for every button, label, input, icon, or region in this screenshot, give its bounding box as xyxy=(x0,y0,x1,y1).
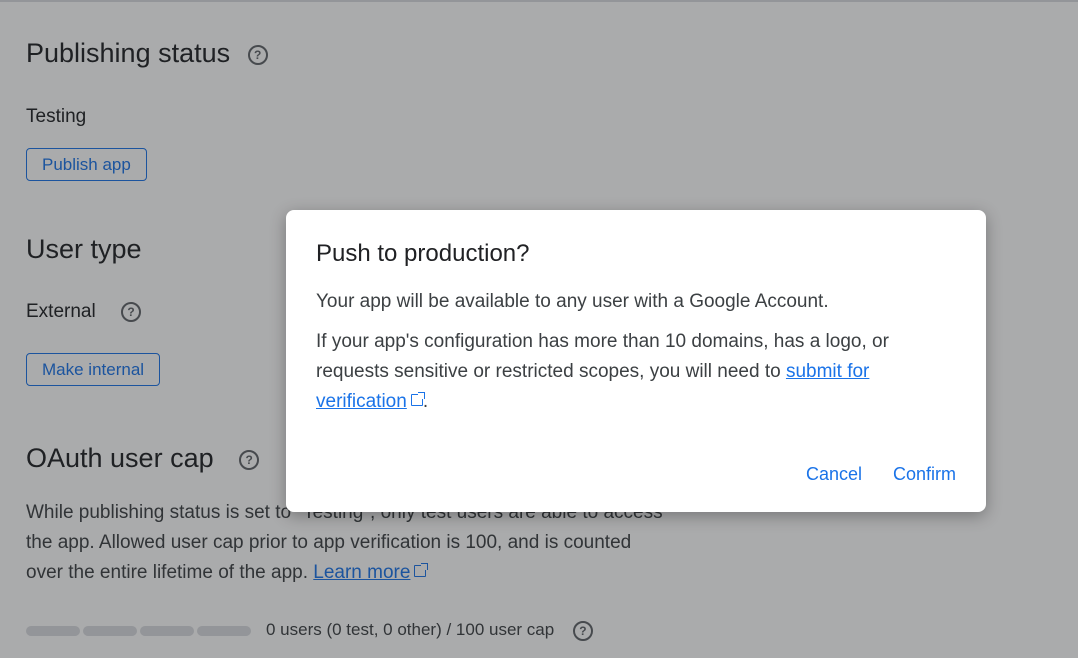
confirm-button[interactable]: Confirm xyxy=(893,464,956,485)
push-to-production-dialog: Push to production? Your app will be ava… xyxy=(286,210,986,512)
dialog-message: Your app will be available to any user w… xyxy=(316,291,829,312)
open-in-new-icon xyxy=(410,392,425,406)
dialog-title: Push to production? xyxy=(316,240,530,267)
dialog-verification-message: If your app's configuration has more tha… xyxy=(316,327,956,417)
cancel-button[interactable]: Cancel xyxy=(806,464,862,485)
